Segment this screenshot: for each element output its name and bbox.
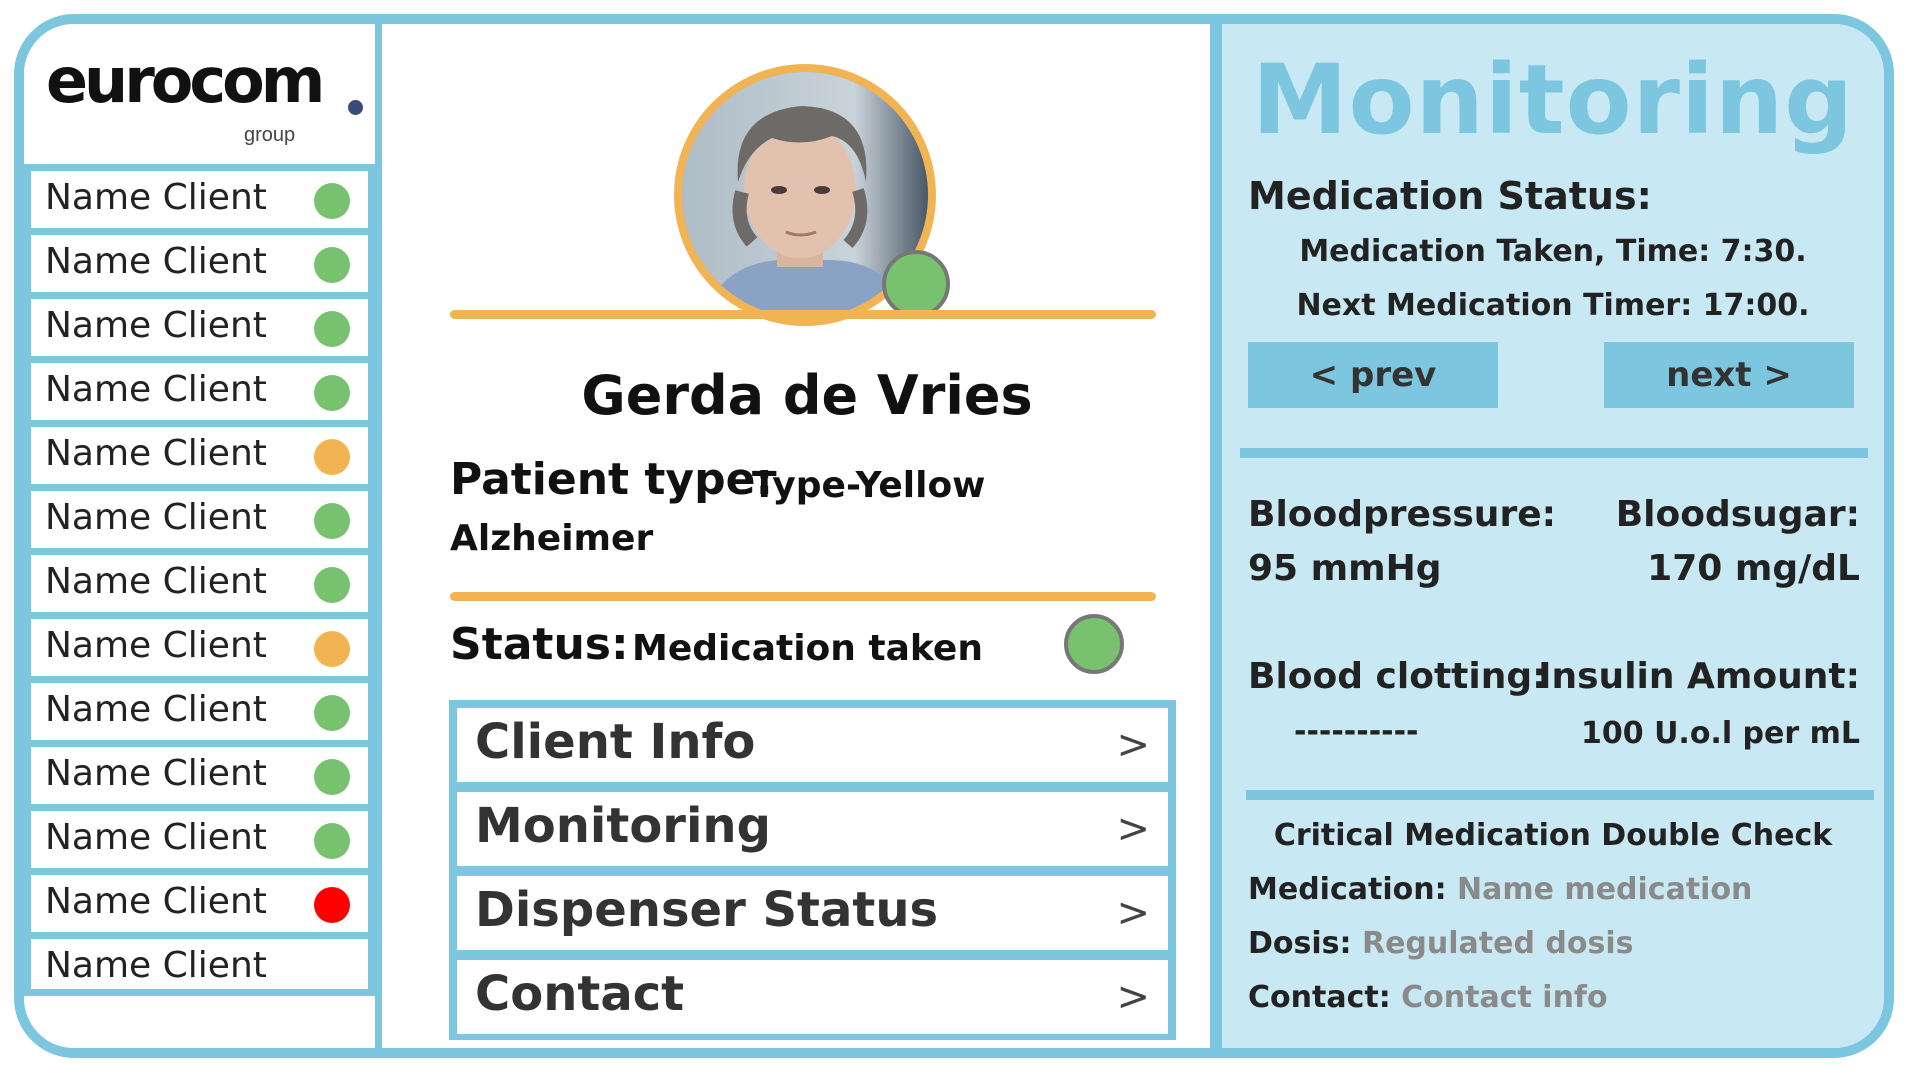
- monitoring-divider-1: [1240, 448, 1868, 458]
- menu-item-client-info[interactable]: Client Info >: [457, 708, 1168, 782]
- next-button[interactable]: next >: [1604, 342, 1854, 408]
- app-frame: eurocom group Name Client Name Client Name…: [14, 14, 1894, 1058]
- client-list-item[interactable]: Name Client: [24, 164, 375, 228]
- client-name-label: Name Client: [45, 433, 267, 474]
- menu-item-monitoring[interactable]: Monitoring >: [457, 792, 1168, 866]
- chevron-right-icon: >: [1116, 806, 1150, 852]
- medication-status-title: Medication Status:: [1248, 174, 1652, 218]
- client-name-label: Name Client: [45, 305, 267, 346]
- patient-type-value: Type-Yellow: [752, 465, 986, 506]
- menu-item-dispenser-status[interactable]: Dispenser Status >: [457, 876, 1168, 950]
- client-list-item[interactable]: Name Client: [24, 676, 375, 740]
- client-status-dot: [314, 503, 350, 539]
- client-name-label: Name Client: [45, 177, 267, 218]
- client-status-dot: [314, 695, 350, 731]
- chevron-right-icon: >: [1116, 722, 1150, 768]
- critical-contact-row: Contact: Contact info: [1248, 980, 1608, 1015]
- client-list-item[interactable]: Name Client: [24, 420, 375, 484]
- client-status-dot: [314, 759, 350, 795]
- client-status-dot: [314, 375, 350, 411]
- contact-value[interactable]: Contact info: [1401, 980, 1607, 1015]
- status-value: Medication taken: [632, 628, 983, 669]
- client-list-item[interactable]: Name Client: [24, 356, 375, 420]
- company-logo: eurocom group: [34, 28, 370, 164]
- menu-item-label: Contact: [475, 966, 685, 1022]
- client-sidebar: eurocom group Name Client Name Client Name…: [24, 24, 382, 1048]
- client-name-label: Name Client: [45, 817, 267, 858]
- client-list-item[interactable]: Name Client: [24, 612, 375, 676]
- patient-type-diagnosis: Alzheimer: [450, 518, 654, 559]
- monitoring-divider-2: [1246, 790, 1874, 800]
- client-name-label: Name Client: [45, 753, 267, 794]
- status-indicator: [1064, 614, 1124, 674]
- medication-taken-time: Medication Taken, Time: 7:30.: [1299, 234, 1807, 269]
- client-name-label: Name Client: [45, 561, 267, 602]
- bloodpressure-value: 95 mmHg: [1248, 548, 1442, 589]
- client-list-item[interactable]: Name Client: [24, 484, 375, 548]
- client-name-label: Name Client: [45, 881, 267, 922]
- client-status-dot: [314, 439, 350, 475]
- client-name-label: Name Client: [45, 945, 267, 986]
- blood-clotting-value: ----------: [1294, 714, 1419, 749]
- patient-panel: Gerda de Vries Patient type: Type-Yellow…: [382, 24, 1222, 1048]
- menu-item-label: Dispenser Status: [475, 882, 939, 938]
- critical-dosis-row: Dosis: Regulated dosis: [1248, 926, 1633, 961]
- patient-type-label: Patient type:: [450, 454, 774, 505]
- chevron-right-icon: >: [1116, 974, 1150, 1020]
- client-list-item[interactable]: Name Client: [24, 932, 375, 996]
- bloodpressure-label: Bloodpressure:: [1248, 494, 1557, 535]
- dosis-value: Regulated dosis: [1361, 926, 1634, 961]
- logo-wordmark: eurocom: [46, 44, 325, 117]
- blood-clotting-label: Blood clotting:: [1248, 656, 1547, 697]
- client-name-label: Name Client: [45, 625, 267, 666]
- critical-check-title: Critical Medication Double Check: [1273, 818, 1833, 853]
- status-label: Status:: [450, 619, 629, 670]
- monitoring-title: Monitoring: [1252, 44, 1854, 156]
- client-name-label: Name Client: [45, 689, 267, 730]
- client-list-item[interactable]: Name Client: [24, 868, 375, 932]
- bloodsugar-value: 170 mg/dL: [1647, 548, 1860, 589]
- next-medication-timer: Next Medication Timer: 17:00.: [1296, 288, 1810, 323]
- logo-dot: [348, 100, 363, 115]
- patient-menu: Client Info > Monitoring > Dispenser Status >…: [449, 700, 1176, 1040]
- dosis-label: Dosis:: [1248, 926, 1352, 961]
- medication-value: Name medication: [1457, 872, 1753, 907]
- client-status-dot: [314, 247, 350, 283]
- menu-item-label: Client Info: [475, 714, 756, 770]
- client-list-item[interactable]: Name Client: [24, 228, 375, 292]
- client-name-label: Name Client: [45, 241, 267, 282]
- insulin-amount-value: 100 U.o.l per mL: [1581, 716, 1860, 751]
- client-status-dot: [314, 823, 350, 859]
- client-list-item[interactable]: Name Client: [24, 548, 375, 612]
- menu-item-contact[interactable]: Contact >: [457, 960, 1168, 1034]
- insulin-amount-label: Insulin Amount:: [1538, 656, 1860, 697]
- divider-top: [450, 310, 1156, 319]
- patient-name: Gerda de Vries: [581, 364, 1033, 427]
- client-status-dot: [314, 887, 350, 923]
- client-list-item[interactable]: Name Client: [24, 740, 375, 804]
- patient-online-indicator: [882, 250, 950, 318]
- monitoring-panel: Monitoring Medication Status: Medication…: [1222, 24, 1884, 1048]
- client-name-label: Name Client: [45, 497, 267, 538]
- client-list-item[interactable]: Name Client: [24, 292, 375, 356]
- bloodsugar-label: Bloodsugar:: [1615, 494, 1860, 535]
- menu-item-label: Monitoring: [475, 798, 771, 854]
- client-status-dot: [314, 183, 350, 219]
- logo-subtitle: group: [244, 124, 296, 146]
- chevron-right-icon: >: [1116, 890, 1150, 936]
- client-list: Name Client Name Client Name Client Name Cl…: [24, 164, 375, 996]
- divider-middle: [450, 592, 1156, 601]
- client-status-dot: [314, 567, 350, 603]
- client-status-dot: [314, 311, 350, 347]
- client-name-label: Name Client: [45, 369, 267, 410]
- client-status-dot: [314, 631, 350, 667]
- contact-label: Contact:: [1248, 980, 1391, 1015]
- medication-label: Medication:: [1248, 872, 1447, 907]
- critical-medication-row: Medication: Name medication: [1248, 872, 1752, 907]
- prev-button[interactable]: < prev: [1248, 342, 1498, 408]
- client-list-item[interactable]: Name Client: [24, 804, 375, 868]
